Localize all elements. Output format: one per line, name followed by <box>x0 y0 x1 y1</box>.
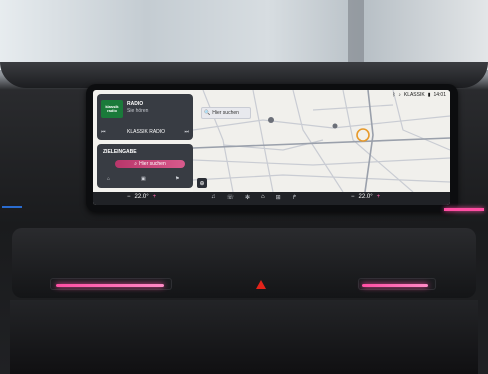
ambient-light-strip-left <box>2 206 22 208</box>
infotainment-screen: 🔍 Hier suchen ⊕ ᛒ ♪ KLASSIK ▮ 14:01 klas… <box>93 90 450 205</box>
vent-light-right <box>362 284 428 287</box>
radio-widget[interactable]: klassik radio RADIO Sie hören ⏮ KLASSIK … <box>97 94 193 140</box>
ambient-light-strip <box>444 208 484 211</box>
map-roads <box>193 90 450 192</box>
radio-station-name: KLASSIK RADIO <box>127 129 166 135</box>
vent-light-left <box>56 284 164 287</box>
windshield <box>0 0 488 70</box>
status-bar: ᛒ ♪ KLASSIK ▮ 14:01 <box>392 92 446 98</box>
fan-icon[interactable]: ✻ <box>245 194 250 201</box>
map-search-box[interactable]: 🔍 Hier suchen <box>201 107 251 119</box>
compass-icon: ⊕ <box>199 180 205 187</box>
music-icon[interactable]: ♫ <box>211 194 216 201</box>
station-logo-text: klassik radio <box>105 104 119 113</box>
apps-icon[interactable]: ⊞ <box>276 194 281 201</box>
climate-right[interactable]: − 22.0° + <box>351 194 380 200</box>
radio-subtitle: Sie hören <box>127 108 149 114</box>
destination-widget[interactable]: ZIELEINGABE ⌕ Hier suchen ⌂ ▣ ⚑ <box>97 144 193 188</box>
destination-search-label: Hier suchen <box>139 160 166 167</box>
window-pillar <box>348 0 364 70</box>
signal-icon: ▮ <box>427 92 431 98</box>
temp-left-plus[interactable]: + <box>153 194 157 200</box>
previous-track-icon[interactable]: ⏮ <box>101 129 106 135</box>
radio-header: RADIO <box>127 101 144 107</box>
navigation-icon[interactable]: ↱ <box>292 194 297 201</box>
phone-icon[interactable]: ☏ <box>227 194 235 201</box>
climate-left[interactable]: − 22.0° + <box>127 194 156 200</box>
next-track-icon[interactable]: ⏭ <box>184 129 189 135</box>
destination-header: ZIELEINGABE <box>103 149 137 155</box>
dock-icons: ♫ ☏ ✻ ⌂ ⊞ ↱ <box>211 194 297 201</box>
status-time: 14:01 <box>433 92 446 98</box>
destination-search-button[interactable]: ⌕ Hier suchen <box>115 160 185 168</box>
radio-source-icon: ♪ <box>398 92 401 98</box>
temp-left-value: 22.0° <box>134 194 149 200</box>
temp-right-minus[interactable]: − <box>351 194 355 200</box>
work-icon[interactable]: ▣ <box>141 176 146 182</box>
temp-right-value: 22.0° <box>358 194 373 200</box>
station-logo: klassik radio <box>101 100 123 118</box>
flag-icon[interactable]: ⚑ <box>175 176 179 182</box>
home-icon[interactable]: ⌂ <box>107 176 110 182</box>
map-zoom-button[interactable]: ⊕ <box>197 178 207 188</box>
hazard-button[interactable] <box>256 280 266 289</box>
navigation-map[interactable]: 🔍 Hier suchen ⊕ <box>193 90 450 192</box>
lower-dashboard-trim <box>10 300 478 374</box>
search-icon: 🔍 <box>204 110 211 116</box>
status-source: KLASSIK <box>403 92 425 98</box>
temp-right-plus[interactable]: + <box>377 194 381 200</box>
home-icon[interactable]: ⌂ <box>261 194 265 201</box>
bluetooth-icon: ᛒ <box>392 92 396 98</box>
car-interior-photo: 🔍 Hier suchen ⊕ ᛒ ♪ KLASSIK ▮ 14:01 klas… <box>0 0 488 374</box>
map-search-label: Hier suchen <box>212 110 239 116</box>
search-icon: ⌕ <box>134 161 138 167</box>
temp-left-minus[interactable]: − <box>127 194 131 200</box>
